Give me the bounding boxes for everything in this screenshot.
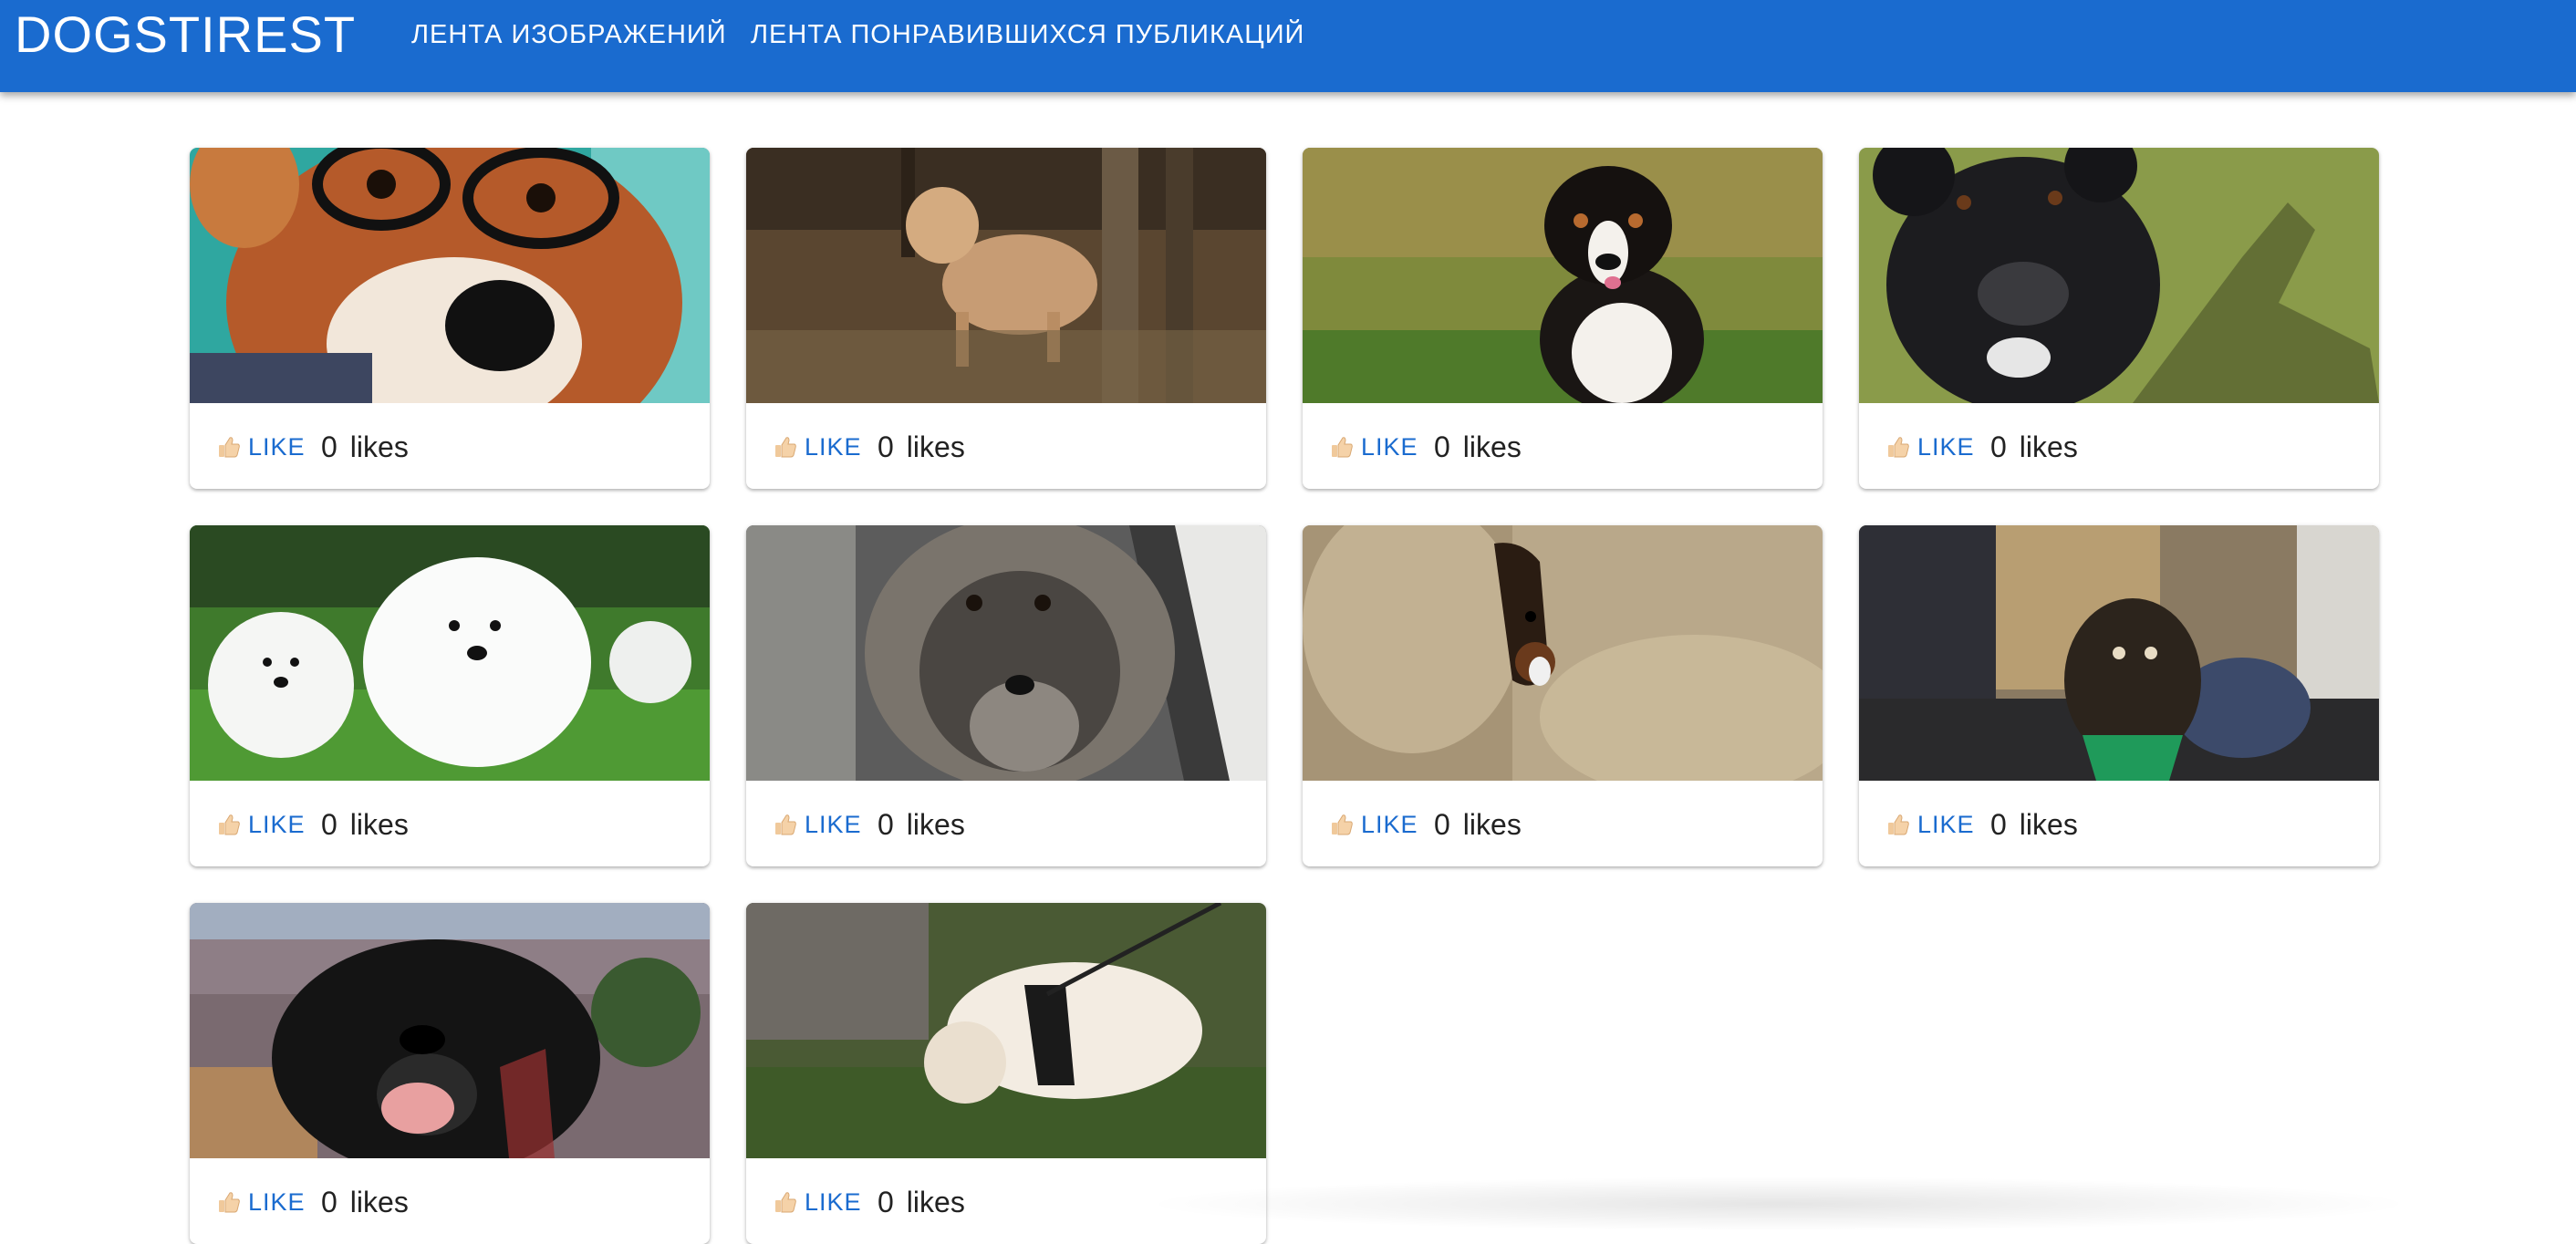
image-card: LIKE 0 likes [190,148,710,489]
likes-count: 0 likes [321,808,409,841]
likes-count: 0 likes [321,430,409,463]
like-label: LIKE [805,810,862,838]
image-card: LIKE 0 likes [746,525,1266,866]
likes-count: 0 likes [1434,430,1522,463]
dog-photo [1859,148,2379,403]
likes-count: 0 likes [878,1186,965,1218]
image-card: LIKE 0 likes [746,903,1266,1244]
thumbs-up-icon [217,435,241,459]
nav-liked-feed[interactable]: ЛЕНТА ПОНРАВИВШИХСЯ ПУБЛИКАЦИЙ [751,0,1304,69]
thumbs-up-icon [774,813,797,836]
thumbs-up-icon [774,435,797,459]
image-card: LIKE 0 likes [190,903,710,1244]
likes-count: 0 likes [878,808,965,841]
thumbs-up-icon [1330,435,1354,459]
card-actions: LIKE 0 likes [1303,781,1823,866]
card-actions: LIKE 0 likes [746,403,1266,489]
like-button[interactable]: LIKE [217,429,306,465]
thumbs-up-icon [1330,813,1354,836]
like-label: LIKE [805,1187,862,1216]
thumbs-up-icon [1886,435,1910,459]
like-label: LIKE [248,810,306,838]
like-button[interactable]: LIKE [774,1184,862,1220]
thumbs-up-icon [217,1190,241,1214]
like-button[interactable]: LIKE [217,806,306,843]
image-card: LIKE 0 likes [1859,148,2379,489]
likes-count: 0 likes [321,1186,409,1218]
like-button[interactable]: LIKE [1886,806,1975,843]
likes-count: 0 likes [878,430,965,463]
like-label: LIKE [1361,810,1418,838]
card-actions: LIKE 0 likes [746,1158,1266,1244]
dog-photo [746,148,1266,403]
image-card: LIKE 0 likes [1303,148,1823,489]
thumbs-up-icon [774,1190,797,1214]
card-actions: LIKE 0 likes [746,781,1266,866]
like-label: LIKE [1361,432,1418,461]
likes-count: 0 likes [1434,808,1522,841]
like-label: LIKE [248,1187,306,1216]
brand-title[interactable]: DOGSTIREST [15,2,356,67]
like-label: LIKE [248,432,306,461]
nav-images-feed[interactable]: ЛЕНТА ИЗОБРАЖЕНИЙ [411,0,727,69]
like-button[interactable]: LIKE [217,1184,306,1220]
dog-photo [746,903,1266,1158]
like-button[interactable]: LIKE [774,429,862,465]
like-button[interactable]: LIKE [1330,806,1418,843]
card-actions: LIKE 0 likes [1859,403,2379,489]
likes-count: 0 likes [1990,430,2078,463]
card-actions: LIKE 0 likes [190,403,710,489]
likes-count: 0 likes [1990,808,2078,841]
card-actions: LIKE 0 likes [1303,403,1823,489]
like-label: LIKE [1917,432,1975,461]
like-button[interactable]: LIKE [1886,429,1975,465]
dog-photo [1303,148,1823,403]
dog-photo [746,525,1266,781]
like-button[interactable]: LIKE [1330,429,1418,465]
dog-photo [1859,525,2379,781]
thumbs-up-icon [1886,813,1910,836]
image-card: LIKE 0 likes [746,148,1266,489]
like-label: LIKE [1917,810,1975,838]
card-actions: LIKE 0 likes [190,1158,710,1244]
dog-photo [1303,525,1823,781]
card-actions: LIKE 0 likes [190,781,710,866]
dog-photo [190,903,710,1158]
app-bar: DOGSTIREST ЛЕНТА ИЗОБРАЖЕНИЙ ЛЕНТА ПОНРА… [0,0,2576,92]
like-button[interactable]: LIKE [774,806,862,843]
like-label: LIKE [805,432,862,461]
thumbs-up-icon [217,813,241,836]
dog-photo [190,148,710,403]
image-feed-grid: LIKE 0 likes LIKE 0 likes LIKE 0 likes L… [190,148,2379,1244]
image-card: LIKE 0 likes [1303,525,1823,866]
card-actions: LIKE 0 likes [1859,781,2379,866]
image-card: LIKE 0 likes [190,525,710,866]
image-card: LIKE 0 likes [1859,525,2379,866]
dog-photo [190,525,710,781]
